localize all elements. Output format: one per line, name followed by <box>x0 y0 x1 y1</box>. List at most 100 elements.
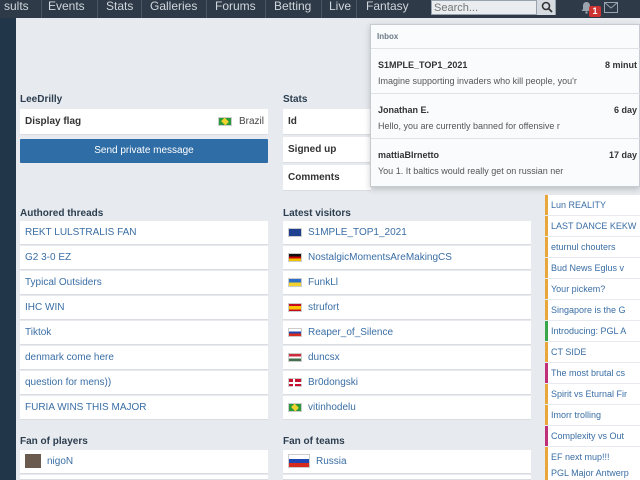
display-flag-label: Display flag <box>25 116 82 127</box>
eu-flag-icon <box>288 227 302 237</box>
nav-galleries[interactable]: Galleries <box>145 0 207 18</box>
stats-row-id: Id <box>283 109 371 135</box>
thread-link[interactable]: G2 3-0 EZ <box>25 252 71 263</box>
visitor-link[interactable]: strufort <box>308 302 339 313</box>
fan-of-teams-title: Fan of teams <box>283 436 345 447</box>
visitor-item[interactable]: vitinhodelu <box>283 396 531 420</box>
stats-title: Stats <box>283 94 308 105</box>
inbox-title: Inbox <box>371 25 640 49</box>
send-private-message-button[interactable]: Send private message <box>20 139 268 163</box>
recent-thread-item[interactable]: Imorr trolling <box>545 405 640 425</box>
stats-row-signed-up: Signed up <box>283 137 371 163</box>
display-flag-row: Display flag Brazil <box>20 109 268 135</box>
recent-thread-item[interactable]: CT SIDE <box>545 342 640 362</box>
germany-flag-icon <box>288 252 302 262</box>
message-preview: Imagine supporting invaders who kill peo… <box>378 76 577 86</box>
notification-badge: 1 <box>589 6 601 17</box>
nav-results[interactable]: sults <box>4 0 42 18</box>
message-sender: S1MPLE_TOP1_2021 <box>378 60 468 70</box>
team-item[interactable]: Russia <box>283 450 531 474</box>
message-time: 8 minut <box>604 60 637 70</box>
message-time: 6 day <box>613 105 637 115</box>
visitor-link[interactable]: S1MPLE_TOP1_2021 <box>308 227 407 238</box>
russia-flag-icon <box>288 327 302 337</box>
visitor-link[interactable]: Reaper_of_Silence <box>308 327 393 338</box>
player-link[interactable]: nigoN <box>47 456 73 467</box>
nav-live[interactable]: Live <box>325 0 357 18</box>
thread-item[interactable]: Tiktok <box>20 321 268 345</box>
recent-thread-item[interactable]: Your pickem? <box>545 279 640 299</box>
latest-visitors-title: Latest visitors <box>283 208 351 219</box>
thread-link[interactable]: IHC WIN <box>25 302 64 313</box>
visitor-link[interactable]: duncsx <box>308 352 340 363</box>
thread-link[interactable]: Tiktok <box>25 327 51 338</box>
left-background <box>0 18 16 480</box>
inbox-message[interactable]: mattiaBIrnetto 17 day You 1. It baltics … <box>371 140 640 184</box>
visitor-item[interactable]: S1MPLE_TOP1_2021 <box>283 221 531 245</box>
thread-link[interactable]: Typical Outsiders <box>25 277 102 288</box>
recent-thread-item[interactable]: PGL Major Antwerp <box>545 466 640 480</box>
hungary-flag-icon <box>288 352 302 362</box>
team-item[interactable] <box>283 475 531 480</box>
inbox-dropdown: Inbox S1MPLE_TOP1_2021 8 minut Imagine s… <box>370 24 640 187</box>
nav-betting[interactable]: Betting <box>270 0 322 18</box>
message-sender: Jonathan E. <box>378 105 430 115</box>
recent-thread-item[interactable]: Singapore is the G <box>545 300 640 320</box>
search-button[interactable] <box>536 0 555 15</box>
mail-icon[interactable] <box>604 2 618 13</box>
visitor-link[interactable]: vitinhodelu <box>308 402 356 413</box>
stats-label-comments: Comments <box>288 172 340 183</box>
message-preview: Hello, you are currently banned for offe… <box>378 121 560 131</box>
recent-thread-item[interactable]: Bud News Eglus v <box>545 258 640 278</box>
authored-threads-title: Authored threads <box>20 208 104 219</box>
recent-thread-item[interactable]: LAST DANCE KEKW <box>545 216 640 236</box>
brazil-flag-icon <box>288 402 302 412</box>
visitor-item[interactable]: Reaper_of_Silence <box>283 321 531 345</box>
visitor-link[interactable]: NostalgicMomentsAreMakingCS <box>308 252 452 263</box>
nav-stats[interactable]: Stats <box>100 0 142 18</box>
profile-username: LeeDrilly <box>20 94 63 105</box>
message-time: 17 day <box>608 150 637 160</box>
thread-item[interactable]: IHC WIN <box>20 296 268 320</box>
player-item[interactable] <box>20 475 268 480</box>
visitor-item[interactable]: strufort <box>283 296 531 320</box>
thread-link[interactable]: REKT LULSTRALIS FAN <box>25 227 137 238</box>
thread-item[interactable]: Typical Outsiders <box>20 271 268 295</box>
visitor-item[interactable]: duncsx <box>283 346 531 370</box>
visitor-item[interactable]: FunkLl <box>283 271 531 295</box>
recent-thread-item[interactable]: Introducing: PGL A <box>545 321 640 341</box>
inbox-message[interactable]: Jonathan E. 6 day Hello, you are current… <box>371 95 640 139</box>
nav-fantasy[interactable]: Fantasy <box>362 0 414 18</box>
thread-link[interactable]: FURIA WINS THIS MAJOR <box>25 402 147 413</box>
message-sender: mattiaBIrnetto <box>378 150 440 160</box>
spain-flag-icon <box>288 302 302 312</box>
search-box <box>431 0 556 15</box>
thread-item[interactable]: G2 3-0 EZ <box>20 246 268 270</box>
message-preview: You 1. It baltics would really get on ru… <box>378 166 564 176</box>
recent-thread-item[interactable]: The most brutal cs <box>545 363 640 383</box>
visitor-link[interactable]: Br0dongski <box>308 377 358 388</box>
thread-item[interactable]: denmark come here <box>20 346 268 370</box>
thread-link[interactable]: denmark come here <box>25 352 114 363</box>
recent-thread-item[interactable]: Complexity vs Out <box>545 426 640 446</box>
fan-of-players-title: Fan of players <box>20 436 88 447</box>
visitor-link[interactable]: FunkLl <box>308 277 338 288</box>
nav-forums[interactable]: Forums <box>210 0 266 18</box>
thread-item[interactable]: question for mens)) <box>20 371 268 395</box>
visitor-item[interactable]: NostalgicMomentsAreMakingCS <box>283 246 531 270</box>
nav-events[interactable]: Events <box>48 0 98 18</box>
thread-item[interactable]: REKT LULSTRALIS FAN <box>20 221 268 245</box>
player-item[interactable]: nigoN <box>20 450 268 474</box>
denmark-flag-icon <box>288 377 303 388</box>
recent-thread-item[interactable]: EF next mup!!! <box>545 447 640 467</box>
recent-thread-item[interactable]: Spirit vs Eturnal Fir <box>545 384 640 404</box>
recent-thread-item[interactable]: eturnul chouters <box>545 237 640 257</box>
thread-item[interactable]: FURIA WINS THIS MAJOR <box>20 396 268 420</box>
team-link[interactable]: Russia <box>316 456 347 467</box>
brazil-flag-icon <box>218 116 233 126</box>
search-input[interactable] <box>434 1 534 14</box>
inbox-message[interactable]: S1MPLE_TOP1_2021 8 minut Imagine support… <box>371 50 640 94</box>
thread-link[interactable]: question for mens)) <box>25 377 111 388</box>
recent-thread-item[interactable]: Lun REALITY <box>545 195 640 215</box>
visitor-item[interactable]: Br0dongski <box>283 371 531 395</box>
